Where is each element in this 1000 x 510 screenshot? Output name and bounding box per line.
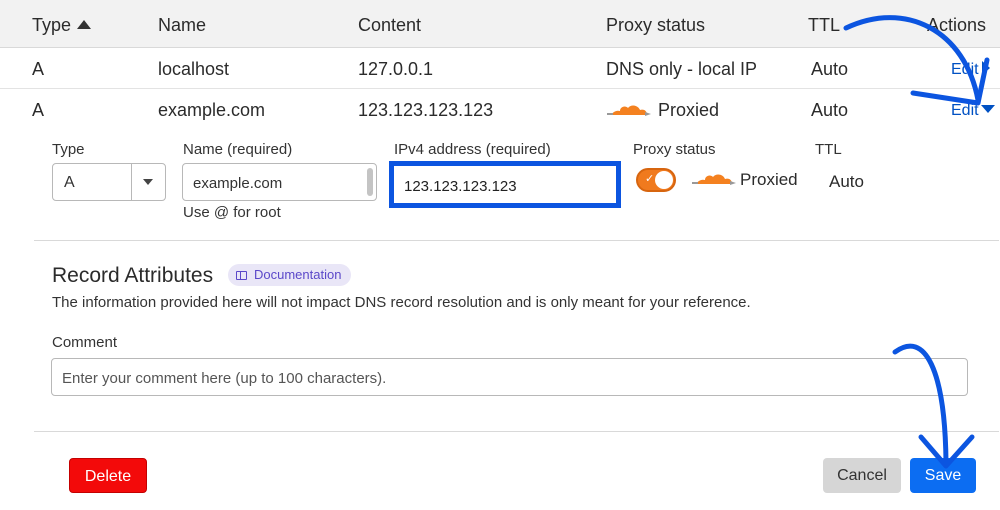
column-header-ttl: TTL [808, 15, 841, 35]
proxy-status-toggle[interactable]: ✓ [636, 168, 676, 192]
row-content: 123.123.123.123 [358, 100, 494, 120]
name-label: Name (required) [183, 141, 293, 158]
ttl-value: Auto [829, 172, 864, 191]
column-header-name: Name [158, 15, 207, 35]
save-button[interactable]: Save [910, 458, 976, 493]
row-content: 127.0.0.1 [358, 59, 434, 79]
checkmark-icon: ✓ [645, 173, 655, 185]
orange-cloud-proxied-icon [607, 105, 651, 116]
edit-button-row-2[interactable]: Edit [951, 102, 995, 120]
name-hint: Use @ for root [183, 204, 281, 221]
ipv4-label: IPv4 address (required) [394, 141, 551, 158]
proxy-status-label: Proxy status [633, 141, 716, 158]
book-icon [236, 271, 247, 280]
type-select[interactable]: A [52, 163, 166, 201]
column-header-content: Content [358, 15, 422, 35]
sort-ascending-icon [77, 20, 92, 29]
chevron-down-icon [143, 179, 153, 185]
row-type: A [32, 59, 45, 79]
input-scrollbar[interactable] [367, 168, 373, 196]
table-row: A localhost 127.0.0.1 DNS only - local I… [0, 48, 1000, 89]
orange-cloud-proxied-icon [692, 174, 736, 185]
delete-button[interactable]: Delete [69, 458, 147, 493]
row-proxy-status: Proxied [658, 100, 720, 120]
triangle-down-icon [980, 105, 995, 113]
row-type: A [32, 100, 45, 120]
documentation-link[interactable]: Documentation [228, 264, 352, 286]
ttl-label: TTL [815, 141, 842, 158]
row-ttl: Auto [811, 100, 849, 120]
record-attributes-title: Record Attributes [52, 264, 214, 287]
triangle-right-icon [981, 61, 990, 75]
table-header: Type Name Content Proxy status TTL Actio… [0, 0, 1000, 48]
comment-input[interactable]: Enter your comment here (up to 100 chara… [51, 358, 968, 396]
column-header-type[interactable]: Type [32, 15, 92, 36]
cancel-button[interactable]: Cancel [823, 458, 901, 493]
row-proxy-status: DNS only - local IP [606, 59, 758, 79]
name-input[interactable]: example.com [182, 163, 377, 201]
row-name: localhost [158, 59, 230, 79]
table-row: A example.com 123.123.123.123 Proxied Au… [0, 89, 1000, 130]
row-ttl: Auto [811, 59, 849, 79]
column-header-proxy-status: Proxy status [606, 15, 706, 35]
divider [34, 240, 999, 241]
record-attributes-description: The information provided here will not i… [52, 294, 751, 311]
proxy-status-value: Proxied [740, 170, 798, 189]
ipv4-input[interactable]: 123.123.123.123 [389, 161, 621, 208]
row-name: example.com [158, 100, 266, 120]
divider [34, 431, 999, 432]
column-header-actions: Actions [927, 15, 987, 35]
edit-button-row-1[interactable]: Edit [951, 61, 990, 79]
type-label: Type [52, 141, 85, 158]
comment-label: Comment [52, 334, 118, 351]
